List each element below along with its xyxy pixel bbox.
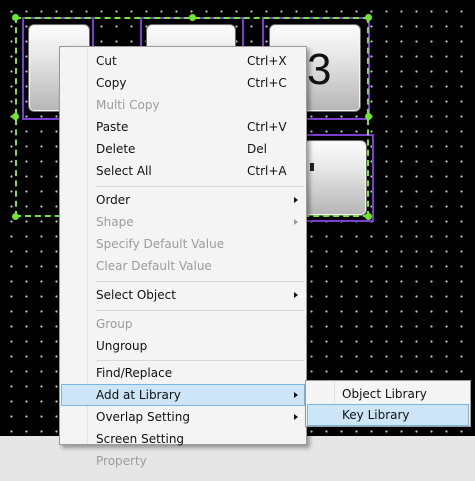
selection-handle[interactable] — [365, 113, 372, 120]
submenu-item-object-library[interactable]: Object Library — [307, 383, 469, 405]
menu-item-label: Clear Default Value — [96, 259, 212, 273]
menu-item-copy[interactable]: Copy Ctrl+C — [61, 72, 305, 94]
menu-item-shortcut: Del — [247, 142, 267, 156]
selection-handle[interactable] — [12, 14, 19, 21]
menu-item-label: Key Library — [342, 408, 410, 422]
menu-item-group[interactable]: Group — [61, 313, 305, 335]
menu-item-multi-copy[interactable]: Multi Copy — [61, 94, 305, 116]
menu-item-label: Object Library — [342, 387, 427, 401]
menu-item-label: Add at Library — [96, 388, 181, 402]
menu-item-shortcut: Ctrl+C — [247, 76, 287, 90]
menu-item-label: Find/Replace — [96, 366, 173, 380]
menu-item-label: Specify Default Value — [96, 237, 225, 251]
selection-handle[interactable] — [365, 14, 372, 21]
menu-item-shortcut: Ctrl+X — [247, 54, 287, 68]
menu-item-find-replace[interactable]: Find/Replace — [61, 362, 305, 384]
submenu-arrow-icon — [294, 219, 298, 225]
menu-item-specify-default-value[interactable]: Specify Default Value — [61, 233, 305, 255]
menu-item-screen-setting[interactable]: Screen Setting — [61, 428, 305, 450]
menu-item-label: Group — [96, 317, 133, 331]
selection-handle[interactable] — [12, 113, 19, 120]
menu-item-label: Select All — [96, 164, 152, 178]
selection-handle[interactable] — [12, 213, 19, 220]
menu-item-shortcut: Ctrl+V — [247, 120, 287, 134]
submenu-arrow-icon — [294, 197, 298, 203]
menu-item-label: Overlap Setting — [96, 410, 190, 424]
menu-item-order[interactable]: Order — [61, 189, 305, 211]
selection-handle[interactable] — [365, 213, 372, 220]
menu-item-paste[interactable]: Paste Ctrl+V — [61, 116, 305, 138]
menu-separator — [96, 310, 304, 311]
submenu-arrow-icon — [294, 414, 298, 420]
menu-item-label: Cut — [96, 54, 117, 68]
menu-item-ungroup[interactable]: Ungroup — [61, 335, 305, 357]
menu-separator — [96, 186, 304, 187]
submenu-item-key-library[interactable]: Key Library — [307, 404, 469, 426]
menu-separator — [96, 281, 304, 282]
menu-item-label: Shape — [96, 215, 134, 229]
menu-item-label: Copy — [96, 76, 127, 90]
menu-item-shortcut: Ctrl+A — [247, 164, 287, 178]
menu-item-label: Order — [96, 193, 131, 207]
menu-item-label: Paste — [96, 120, 129, 134]
submenu-arrow-icon — [294, 392, 298, 398]
menu-separator — [96, 360, 304, 361]
menu-item-label: Delete — [96, 142, 136, 156]
menu-item-delete[interactable]: Delete Del — [61, 138, 305, 160]
submenu-arrow-icon — [294, 292, 298, 298]
context-menu: Cut Ctrl+X Copy Ctrl+C Multi Copy Paste … — [59, 46, 307, 468]
menu-item-cut[interactable]: Cut Ctrl+X — [61, 50, 305, 72]
menu-item-select-object[interactable]: Select Object — [61, 284, 305, 306]
menu-item-shape[interactable]: Shape — [61, 211, 305, 233]
menu-item-overlap-setting[interactable]: Overlap Setting — [61, 406, 305, 428]
menu-item-label: Select Object — [96, 288, 176, 302]
menu-item-label: Property — [96, 454, 147, 468]
menu-item-select-all[interactable]: Select All Ctrl+A — [61, 160, 305, 182]
menu-item-clear-default-value[interactable]: Clear Default Value — [61, 255, 305, 277]
menu-item-label: Multi Copy — [96, 98, 160, 112]
selection-handle[interactable] — [189, 14, 196, 21]
menu-item-property[interactable]: Property — [61, 450, 305, 470]
menu-item-add-at-library[interactable]: Add at Library — [61, 384, 305, 406]
add-at-library-submenu: Object Library Key Library — [305, 380, 471, 427]
menu-item-label: Screen Setting — [96, 432, 185, 446]
menu-item-label: Ungroup — [96, 339, 148, 353]
